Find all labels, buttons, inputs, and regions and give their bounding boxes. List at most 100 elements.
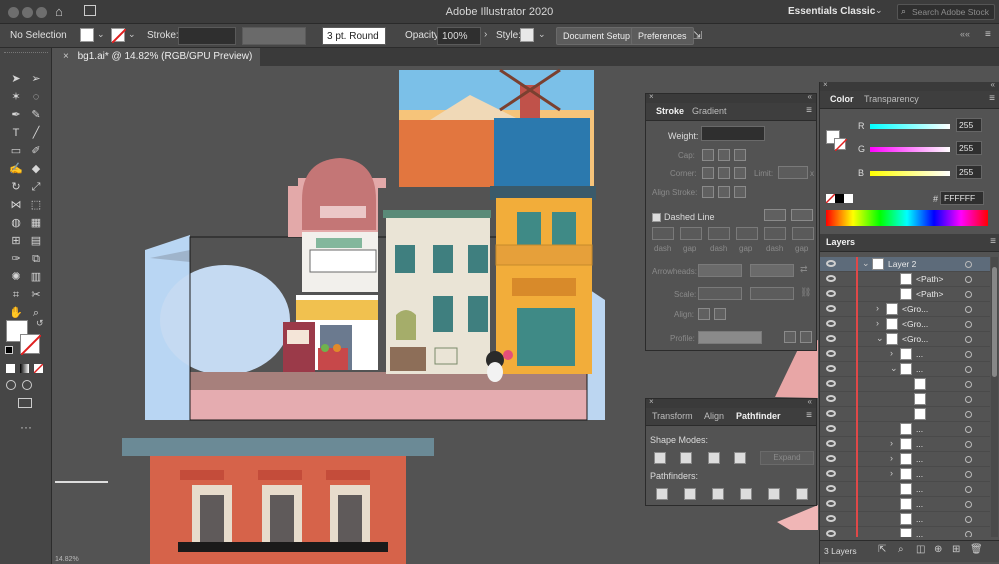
- g-value-field[interactable]: 255: [956, 141, 982, 155]
- shape-builder-tool-icon[interactable]: ◍: [8, 216, 24, 230]
- target-circle-icon[interactable]: [965, 336, 972, 343]
- chevron-right-icon[interactable]: ›: [890, 348, 893, 358]
- intersect-icon[interactable]: [708, 452, 720, 464]
- line-tool-icon[interactable]: ╱: [28, 126, 44, 140]
- layer-row[interactable]: ...: [820, 512, 990, 527]
- end-arrowhead-select[interactable]: [750, 264, 794, 277]
- visibility-eye-icon[interactable]: [826, 275, 836, 282]
- visibility-eye-icon[interactable]: [826, 515, 836, 522]
- dash-field-1[interactable]: [652, 227, 674, 240]
- target-circle-icon[interactable]: [965, 351, 972, 358]
- screen-mode-icon[interactable]: [18, 398, 32, 408]
- rotate-tool-icon[interactable]: ↻: [8, 180, 24, 194]
- visibility-eye-icon[interactable]: [826, 410, 836, 417]
- make-clipping-mask-icon[interactable]: ◫: [916, 544, 925, 555]
- slice-tool-icon[interactable]: ✂: [28, 288, 44, 302]
- paintbrush-tool-icon[interactable]: ✐: [28, 144, 44, 158]
- minus-back-icon[interactable]: [796, 488, 808, 500]
- zoom-level[interactable]: 14.82%: [55, 556, 79, 563]
- visibility-eye-icon[interactable]: [826, 320, 836, 327]
- artboard-tool-icon[interactable]: ⌗: [8, 288, 24, 302]
- gradient-mode-icon[interactable]: [20, 364, 29, 373]
- graph-tool-icon[interactable]: ▥: [28, 270, 44, 284]
- dash-field-3[interactable]: [764, 227, 786, 240]
- link-scale-icon[interactable]: ⛓: [800, 287, 811, 298]
- align-dash-icon[interactable]: [791, 209, 813, 221]
- graphic-style-swatch[interactable]: [520, 28, 534, 42]
- gap-field-1[interactable]: [680, 227, 702, 240]
- shaper-tool-icon[interactable]: ✍: [8, 162, 24, 176]
- export-icon[interactable]: ⇱: [878, 544, 886, 555]
- none-color-swatch[interactable]: [825, 193, 836, 204]
- color-spectrum[interactable]: [826, 210, 988, 226]
- round-cap-icon[interactable]: [718, 149, 730, 161]
- weight-field[interactable]: [701, 126, 765, 141]
- align-inside-stroke-icon[interactable]: [718, 186, 730, 198]
- close-tab-icon[interactable]: ×: [63, 51, 69, 62]
- round-join-icon[interactable]: [718, 167, 730, 179]
- target-circle-icon[interactable]: [965, 411, 972, 418]
- target-circle-icon[interactable]: [965, 516, 972, 523]
- tab-gradient[interactable]: Gradient: [692, 106, 727, 116]
- magic-wand-tool-icon[interactable]: ✶: [8, 90, 24, 104]
- panel-menu-icon[interactable]: ≡: [985, 29, 991, 40]
- chevron-right-icon[interactable]: ›: [876, 318, 879, 328]
- green-slider[interactable]: [870, 147, 950, 152]
- visibility-eye-icon[interactable]: [826, 380, 836, 387]
- color-stroke-box[interactable]: [834, 138, 848, 152]
- layer-row[interactable]: › <Gro...: [820, 302, 990, 317]
- visibility-eye-icon[interactable]: [826, 530, 836, 537]
- chevron-down-icon[interactable]: ⌄: [876, 333, 884, 344]
- red-slider[interactable]: [870, 124, 950, 129]
- target-circle-icon[interactable]: [965, 276, 972, 283]
- layer-row[interactable]: ›...: [820, 347, 990, 362]
- tab-align[interactable]: Align: [704, 411, 724, 421]
- tab-transparency[interactable]: Transparency: [864, 94, 919, 104]
- flip-across-icon[interactable]: [800, 331, 812, 343]
- layer-row[interactable]: <Path>: [820, 287, 990, 302]
- stock-search-input[interactable]: ⌕ Search Adobe Stock: [897, 4, 995, 20]
- target-circle-icon[interactable]: [965, 396, 972, 403]
- chevron-down-icon[interactable]: ⌄: [97, 29, 105, 40]
- visibility-eye-icon[interactable]: [826, 470, 836, 477]
- document-setup-button[interactable]: Document Setup: [556, 27, 638, 45]
- layer-row[interactable]: ›...: [820, 437, 990, 452]
- visibility-eye-icon[interactable]: [826, 455, 836, 462]
- rectangle-tool-icon[interactable]: ▭: [8, 144, 24, 158]
- chevron-right-icon[interactable]: ›: [484, 29, 487, 40]
- default-colors-icon[interactable]: [5, 346, 13, 354]
- gradient-tool-icon[interactable]: ▤: [28, 234, 44, 248]
- bevel-join-icon[interactable]: [734, 167, 746, 179]
- stroke-color-box[interactable]: [20, 334, 42, 356]
- chevron-down-icon[interactable]: ⌄: [538, 29, 546, 40]
- panel-titlebar[interactable]: × «: [820, 80, 999, 91]
- panel-menu-icon[interactable]: ≡: [989, 93, 995, 104]
- eraser-tool-icon[interactable]: ◆: [28, 162, 44, 176]
- r-value-field[interactable]: 255: [956, 118, 982, 132]
- divide-icon[interactable]: [656, 488, 668, 500]
- workspace-switcher[interactable]: Essentials Classic: [788, 6, 875, 17]
- visibility-eye-icon[interactable]: [826, 335, 836, 342]
- gap-field-2[interactable]: [736, 227, 758, 240]
- crop-icon[interactable]: [740, 488, 752, 500]
- panel-titlebar[interactable]: × «: [646, 397, 816, 408]
- chevron-right-icon[interactable]: ›: [876, 303, 879, 313]
- layer-row[interactable]: <Path>: [820, 272, 990, 287]
- selection-tool-icon[interactable]: ➤: [8, 72, 24, 86]
- dash-field-2[interactable]: [708, 227, 730, 240]
- visibility-eye-icon[interactable]: [826, 425, 836, 432]
- more-tools-icon[interactable]: ···: [20, 420, 32, 434]
- close-panel-icon[interactable]: ×: [649, 397, 654, 406]
- opacity-field[interactable]: 100%: [437, 27, 481, 45]
- visibility-eye-icon[interactable]: [826, 500, 836, 507]
- draw-mode-icon[interactable]: [6, 380, 16, 390]
- panel-titlebar[interactable]: × «: [646, 92, 816, 103]
- layer-row[interactable]: ⌄ <Gro...: [820, 332, 990, 347]
- layer-row[interactable]: ›...: [820, 467, 990, 482]
- chevron-right-icon[interactable]: ›: [890, 453, 893, 463]
- visibility-eye-icon[interactable]: [826, 305, 836, 312]
- blend-tool-icon[interactable]: ⧉: [28, 252, 44, 266]
- lasso-tool-icon[interactable]: ◌: [28, 90, 44, 104]
- start-scale-field[interactable]: [698, 287, 742, 300]
- layer-row[interactable]: ›...: [820, 452, 990, 467]
